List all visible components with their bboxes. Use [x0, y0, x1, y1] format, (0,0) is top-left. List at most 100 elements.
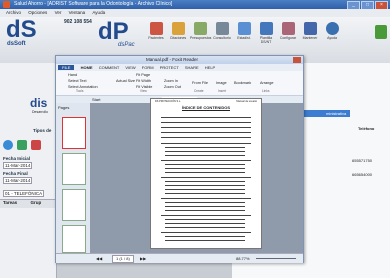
group-insert: Insert [218, 89, 226, 93]
page-header-left: DS PROTECCIÓN S.L. [155, 100, 181, 103]
tab-protect[interactable]: PROTECT [160, 65, 179, 70]
zoom-level[interactable]: 88.77% [236, 254, 250, 263]
pdf-close-button[interactable] [293, 57, 301, 63]
stats-icon [237, 22, 251, 35]
pdf-titlebar: Manual.pdf - Foxit Reader [56, 56, 303, 64]
toc-line [161, 122, 251, 123]
ds-logo: dS [6, 16, 37, 43]
from-file-button[interactable]: From File [192, 81, 208, 85]
toolbar-plantilla[interactable]: Plantilla DS/NT [256, 22, 276, 44]
menu-ventana[interactable]: Ventana [69, 10, 86, 15]
patients-icon [149, 22, 163, 35]
tab-help[interactable]: HELP [205, 65, 215, 70]
toc-line [165, 185, 245, 186]
admin-bar-text: ministrativa [326, 111, 347, 116]
fecha-final-field[interactable]: 11-Mar-2014 [3, 177, 33, 184]
clinic-icon [215, 22, 229, 35]
fit-page-button[interactable]: Fit Page [136, 73, 150, 77]
menu-opciones[interactable]: Opciones [28, 10, 47, 15]
toolbar-ayuda[interactable]: Ayuda [322, 22, 342, 40]
page-thumbnail-3[interactable] [62, 189, 86, 221]
pdf-ribbon-tabs: FILE HOME COMMENT VIEW FORM PROTECT SHAR… [56, 64, 303, 71]
page-thumbnail-4[interactable] [62, 225, 86, 253]
page-indicator[interactable]: 1 (1 / 8) [112, 255, 134, 263]
fecha-inicial-field[interactable]: 11-Mar-2014 [3, 162, 33, 169]
phone-cell-1: 655571750 [352, 158, 373, 163]
pdf-window: Manual.pdf - Foxit Reader FILE HOME COMM… [55, 55, 304, 263]
group-tools: Tools [76, 89, 84, 93]
toolbar-mantener[interactable]: Mantener [300, 22, 320, 40]
menu-ayuda[interactable]: Ayuda [92, 10, 105, 15]
menu-archivo[interactable]: Archivo [6, 10, 21, 15]
page-heading: ÍNDICE DE CONTENIDOS [181, 105, 230, 110]
toc-line [165, 202, 245, 203]
page-thumbnail-1[interactable] [62, 117, 86, 149]
first-page-button[interactable]: ◀◀ [96, 254, 102, 263]
bookmark-button[interactable]: Bookmark [234, 81, 251, 85]
toc-line [165, 210, 245, 211]
toc-line [161, 177, 251, 178]
dp-logo-sub: dsPac [118, 42, 135, 48]
pdf-page: DS PROTECCIÓN S.L. Manual de usuario ÍND… [150, 98, 262, 249]
toc-line [161, 198, 251, 199]
tab-home[interactable]: HOME [81, 65, 93, 70]
delete-icon[interactable] [31, 140, 41, 150]
toolbar-presupuestos[interactable]: Presupuestos [190, 22, 211, 40]
app-icon [3, 1, 10, 8]
template-icon [259, 22, 273, 35]
toc-line [161, 160, 251, 161]
tipos-label: Tipos de [33, 128, 52, 133]
filter-select[interactable]: 01 - TELEFÓNICA [3, 190, 45, 197]
toc-line [161, 127, 251, 128]
toolbar-estadisticas[interactable]: Estadist. [234, 22, 254, 40]
tab-view[interactable]: VIEW [125, 65, 135, 70]
zoom-in-button[interactable]: Zoom In [164, 79, 178, 83]
toc-line [165, 206, 245, 207]
hand-tool-button[interactable]: Hand [68, 73, 77, 77]
zoom-out-button[interactable]: Zoom Out [164, 85, 181, 89]
toc-line [165, 151, 245, 152]
left-heading-sub: Desarrollo [32, 110, 48, 114]
zoom-slider[interactable] [256, 258, 296, 259]
toc-line [165, 189, 245, 190]
pages-pane-label: Pages [58, 105, 70, 110]
calendar-icon [171, 22, 185, 35]
page-thumbnail-2[interactable] [62, 153, 86, 185]
refresh-icon[interactable] [3, 140, 13, 150]
toolbar-configurar[interactable]: Configurar [278, 22, 298, 40]
arrange-button[interactable]: Arrange [260, 81, 274, 85]
pdf-title: Manual.pdf - Foxit Reader [146, 57, 199, 62]
image-button[interactable]: Image [216, 81, 227, 85]
tab-comment[interactable]: COMMENT [99, 65, 120, 70]
toc-line [165, 181, 245, 182]
toolbar-citaciones[interactable]: Citaciones [168, 22, 188, 40]
menu-ver[interactable]: Ver [55, 10, 62, 15]
toc-line [165, 155, 245, 156]
toc-line [165, 227, 245, 228]
tasks-grid-header: Tareas Grup [0, 199, 56, 208]
doc-tab-start[interactable]: Start [92, 97, 100, 102]
thumbnail-pane: Pages [56, 103, 91, 253]
tab-share[interactable]: SHARE [185, 65, 199, 70]
window-title: Salud Ahorro - [ADRIST Software para la … [14, 1, 173, 7]
toc-line [161, 117, 251, 118]
select-text-button[interactable]: Select Text [68, 79, 87, 83]
add-icon[interactable] [17, 140, 27, 150]
toolbar-pacientes[interactable]: Pacientes [146, 22, 166, 40]
budget-icon [193, 22, 207, 35]
toolbar-consultorio[interactable]: Consultorio [212, 22, 232, 40]
toc-line [165, 236, 245, 237]
col-tareas[interactable]: Tareas [3, 200, 17, 205]
tab-file[interactable]: FILE [58, 65, 75, 70]
exit-icon[interactable] [375, 25, 387, 39]
pdf-ribbon: Hand Select Text Select Annotation Actua… [56, 71, 303, 96]
tab-form[interactable]: FORM [142, 65, 154, 70]
phone-cell-2: 665654000 [352, 172, 373, 177]
toc-line [165, 193, 245, 194]
col-grupo[interactable]: Grup [30, 200, 41, 205]
actual-size-button[interactable]: Actual Size [116, 79, 135, 83]
toc-line [161, 137, 251, 138]
fit-width-button[interactable]: Fit Width [136, 79, 151, 83]
col-telefono[interactable]: Teléfono [358, 126, 374, 131]
next-page-button[interactable]: ▶▶ [140, 254, 146, 263]
